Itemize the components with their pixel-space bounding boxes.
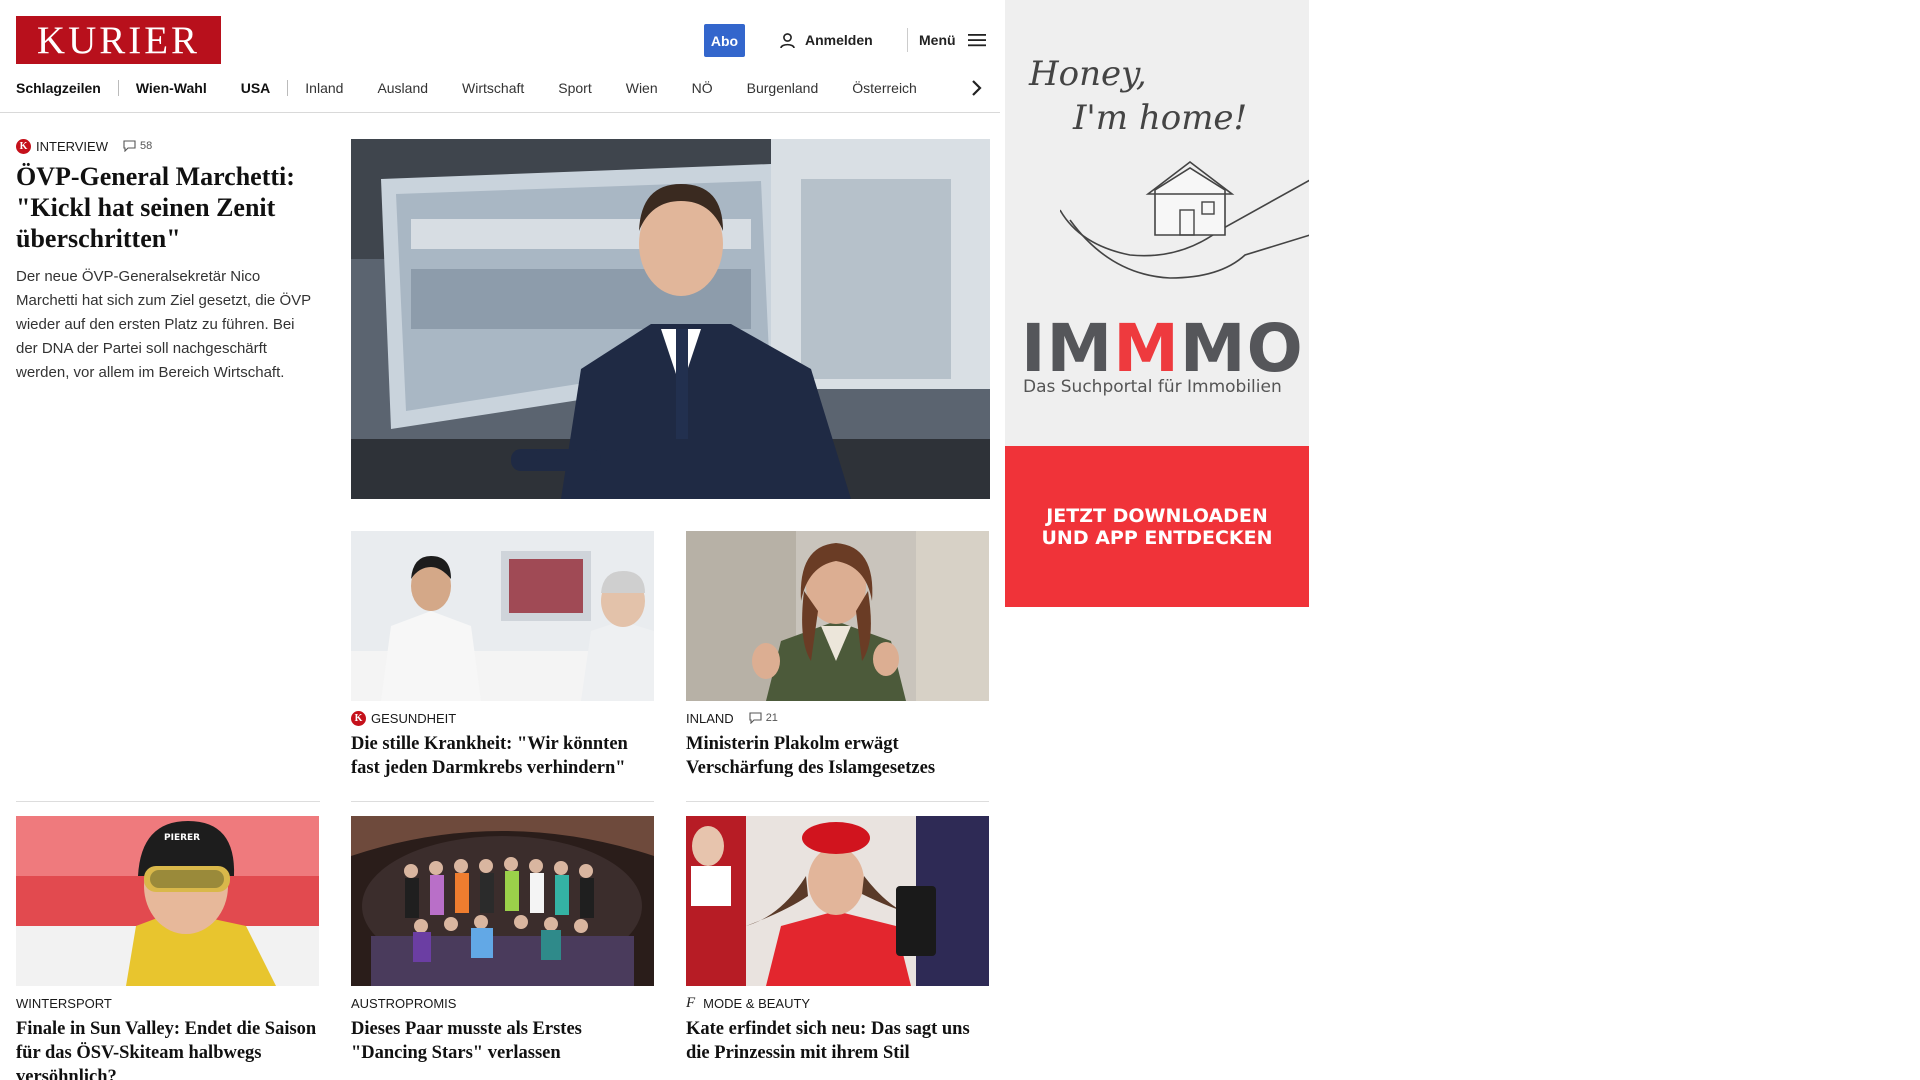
nav-item-oesterreich[interactable]: Österreich — [835, 77, 934, 99]
kicker-label: Austropromis — [351, 995, 457, 1011]
article-card[interactable]: f Mode & Beauty Kate erfindet sich neu: … — [686, 816, 989, 1065]
article-kicker: K Interview 58 — [16, 138, 316, 154]
immmo-advertisement[interactable]: Honey, I'm home! IMMMO Das Suchportal fü… — [1005, 0, 1309, 607]
nav-item-wien-wahl[interactable]: Wien-Wahl — [119, 77, 224, 99]
ad-download-button[interactable]: JETZT DOWNLOADEN UND APP ENTDECKEN — [1005, 446, 1309, 607]
section-divider — [351, 801, 654, 802]
ad-script-line2: I'm home! — [1073, 98, 1248, 138]
comment-count-value: 58 — [140, 140, 153, 152]
nav-item-noe[interactable]: NÖ — [675, 77, 730, 99]
freizeit-icon: f — [686, 994, 696, 1011]
lead-image[interactable] — [351, 139, 990, 499]
ad-tagline: Das Suchportal für Immobilien — [1023, 377, 1282, 397]
comment-icon — [749, 712, 762, 724]
article-thumbnail[interactable] — [686, 531, 989, 701]
comment-count[interactable]: 21 — [749, 712, 778, 724]
kicker-label: Mode & Beauty — [703, 995, 811, 1011]
kicker-label: Wintersport — [16, 995, 112, 1011]
lead-article[interactable]: K Interview 58 ÖVP-General Marchetti: "K… — [16, 138, 316, 385]
nav-item-wien[interactable]: Wien — [609, 77, 675, 99]
article-kicker: Austropromis — [351, 995, 654, 1011]
login-button[interactable]: Anmelden — [779, 28, 873, 52]
article-headline[interactable]: Die stille Krankheit: "Wir könnten fast … — [351, 732, 654, 780]
nav-item-ausland[interactable]: Ausland — [360, 77, 445, 99]
kicker-label: Interview — [36, 138, 108, 154]
ad-script-line1: Honey, — [1029, 54, 1147, 94]
lead-teaser: Der neue ÖVP-Generalsekretär Nico Marche… — [16, 268, 311, 381]
chevron-right-icon[interactable] — [968, 78, 984, 98]
nav-item-wirtschaft[interactable]: Wirtschaft — [445, 77, 541, 99]
immmo-logo: IMMMO — [1021, 310, 1304, 387]
nav-item-sport[interactable]: Sport — [541, 77, 608, 99]
menu-button[interactable]: Menü — [919, 28, 986, 52]
kurier-plus-badge-icon: K — [351, 710, 366, 726]
nav-item-schlagzeilen[interactable]: Schlagzeilen — [16, 77, 118, 99]
menu-label: Menü — [919, 32, 956, 48]
article-card[interactable]: Inland 21 Ministerin Plakolm erwägt Vers… — [686, 531, 989, 780]
article-headline[interactable]: Kate erfindet sich neu: Das sagt uns die… — [686, 1017, 989, 1065]
article-headline[interactable]: Dieses Paar musste als Erstes "Dancing S… — [351, 1017, 654, 1065]
user-icon — [780, 32, 795, 48]
article-headline[interactable]: Ministerin Plakolm erwägt Verschärfung d… — [686, 732, 989, 780]
kicker-label: Inland — [686, 710, 734, 726]
article-headline[interactable]: Finale in Sun Valley: Endet die Saison f… — [16, 1017, 319, 1080]
kurier-plus-badge-icon: K — [16, 138, 31, 154]
ad-cta-line2: UND APP ENTDECKEN — [1041, 526, 1273, 549]
section-divider — [16, 801, 320, 802]
ad-cta-line1: JETZT DOWNLOADEN — [1046, 504, 1268, 527]
article-kicker: f Mode & Beauty — [686, 995, 989, 1011]
article-thumbnail[interactable]: PIERER — [16, 816, 319, 986]
house-in-hand-icon — [1060, 160, 1309, 279]
site-header: KURIER Abo Anmelden Menü Schlagzeilen Wi… — [0, 0, 1000, 113]
kurier-logo[interactable]: KURIER — [16, 16, 221, 64]
article-thumbnail[interactable] — [686, 816, 989, 986]
svg-text:PIERER: PIERER — [164, 833, 200, 843]
nav-item-usa[interactable]: USA — [224, 77, 288, 99]
article-kicker: Inland 21 — [686, 710, 989, 726]
article-kicker: Wintersport — [16, 995, 319, 1011]
ad-visual: Honey, I'm home! IMMMO Das Suchportal fü… — [1005, 0, 1309, 446]
article-thumbnail[interactable] — [351, 816, 654, 986]
kicker-label: Gesundheit — [371, 710, 457, 726]
article-thumbnail[interactable] — [351, 531, 654, 701]
hamburger-icon — [967, 34, 986, 47]
article-card[interactable]: K Gesundheit Die stille Krankheit: "Wir … — [351, 531, 654, 780]
login-label: Anmelden — [805, 32, 873, 48]
nav-item-inland[interactable]: Inland — [288, 77, 360, 99]
article-card[interactable]: Austropromis Dieses Paar musste als Erst… — [351, 816, 654, 1065]
abo-button[interactable]: Abo — [704, 24, 745, 57]
header-divider — [907, 28, 908, 52]
section-divider — [686, 801, 989, 802]
comment-count-value: 21 — [765, 712, 778, 724]
comment-icon — [123, 140, 136, 152]
article-card[interactable]: PIERER Wintersport Finale in Sun Valley:… — [16, 816, 319, 1080]
section-nav: Schlagzeilen Wien-Wahl USA Inland Auslan… — [16, 77, 934, 99]
article-kicker: K Gesundheit — [351, 710, 654, 726]
comment-count[interactable]: 58 — [123, 140, 152, 152]
nav-item-burgenland[interactable]: Burgenland — [730, 77, 836, 99]
lead-headline[interactable]: ÖVP-General Marchetti: "Kickl hat seinen… — [16, 161, 316, 254]
